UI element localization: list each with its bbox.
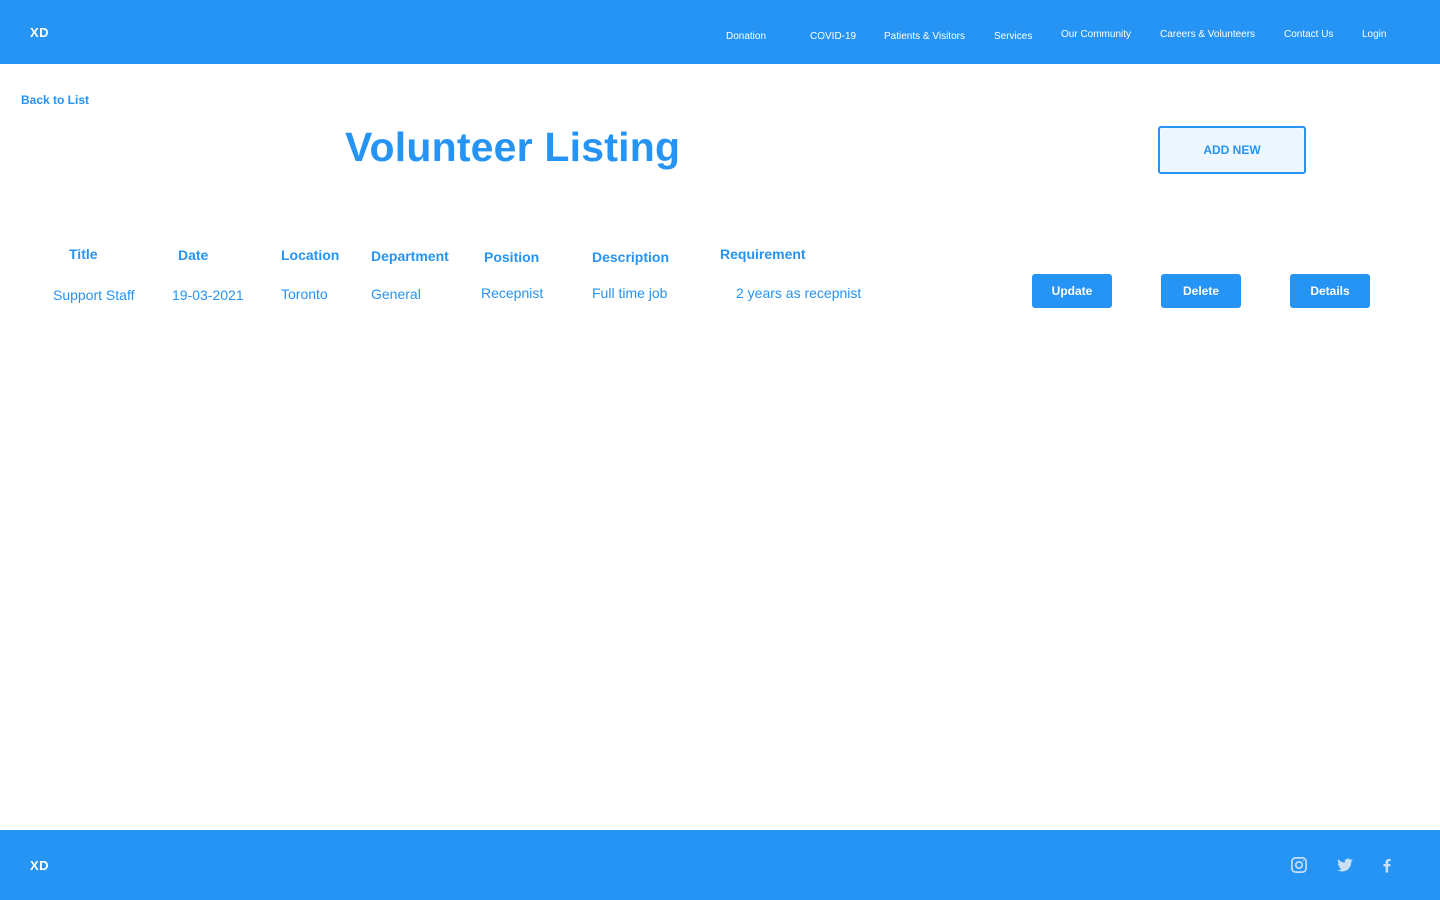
column-header-description: Description <box>592 249 670 265</box>
instagram-icon[interactable] <box>1290 856 1308 874</box>
column-header-title: Title <box>69 246 98 262</box>
add-new-button[interactable]: ADD NEW <box>1158 126 1306 174</box>
nav-our-community[interactable]: Our Community <box>1061 29 1131 40</box>
nav-contact-us[interactable]: Contact Us <box>1284 29 1333 40</box>
nav-careers-volunteers[interactable]: Careers & Volunteers <box>1160 29 1255 40</box>
cell-location: Toronto <box>281 286 328 302</box>
nav-services[interactable]: Services <box>994 31 1032 42</box>
logo[interactable]: XD <box>30 25 49 40</box>
page-title: Volunteer Listing <box>345 124 681 170</box>
back-to-list-link[interactable]: Back to List <box>21 93 89 107</box>
cell-description: Full time job <box>592 285 668 301</box>
cell-date: 19-03-2021 <box>172 287 244 303</box>
column-header-requirement: Requirement <box>720 246 806 262</box>
twitter-icon[interactable] <box>1336 856 1354 874</box>
nav-patients-visitors[interactable]: Patients & Visitors <box>884 31 965 42</box>
footer-logo[interactable]: XD <box>30 858 49 873</box>
column-header-date: Date <box>178 247 209 263</box>
nav-donation[interactable]: Donation <box>726 31 766 42</box>
update-button[interactable]: Update <box>1032 274 1112 308</box>
top-navbar: XD Donation COVID-19 Patients & Visitors… <box>0 0 1440 64</box>
facebook-icon[interactable] <box>1378 856 1396 874</box>
nav-covid-19[interactable]: COVID-19 <box>810 31 856 42</box>
column-header-position: Position <box>484 249 540 265</box>
cell-department: General <box>371 286 421 302</box>
cell-position: Recepnist <box>481 285 544 301</box>
nav-login[interactable]: Login <box>1362 29 1386 40</box>
footer: XD <box>0 830 1440 900</box>
column-header-department: Department <box>371 248 449 264</box>
page: XD Donation COVID-19 Patients & Visitors… <box>0 0 1440 900</box>
cell-requirement: 2 years as recepnist <box>736 285 862 301</box>
delete-button[interactable]: Delete <box>1161 274 1241 308</box>
details-button[interactable]: Details <box>1290 274 1370 308</box>
cell-title: Support Staff <box>53 287 135 303</box>
column-header-location: Location <box>281 247 340 263</box>
